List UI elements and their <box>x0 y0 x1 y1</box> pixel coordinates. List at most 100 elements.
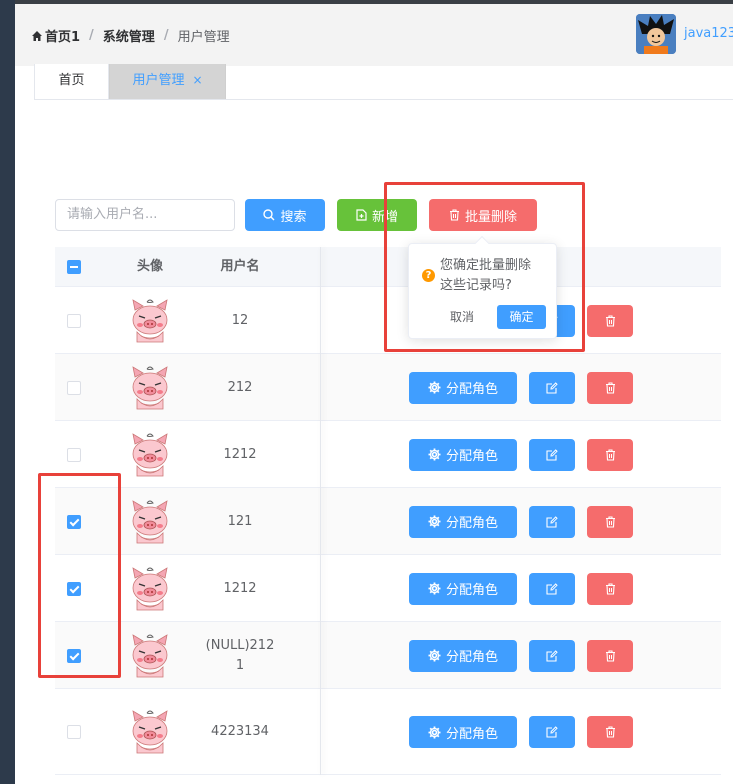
edit-icon <box>546 381 558 394</box>
fixed-column-divider <box>320 247 321 775</box>
table-row: 4223134 分配角色 <box>55 689 721 775</box>
tab-user-management[interactable]: 用户管理 × <box>109 64 226 99</box>
user-avatar-image <box>125 564 175 614</box>
row-checkbox[interactable] <box>67 313 81 328</box>
table-header: 头像 用户名 <box>55 247 721 287</box>
pig-avatar-icon <box>132 499 168 543</box>
delete-button[interactable] <box>587 371 633 404</box>
table-row: 212 分配角色 <box>55 354 721 421</box>
breadcrumb-separator: / <box>163 28 169 43</box>
sidebar-edge <box>0 0 15 784</box>
search-button[interactable]: 搜索 <box>245 199 325 231</box>
table-row: 12分配角色 <box>55 287 721 354</box>
delete-button[interactable] <box>587 572 633 605</box>
breadcrumb-system[interactable]: 系统管理 <box>103 26 155 45</box>
popconfirm-cancel-button[interactable]: 取消 <box>439 306 485 328</box>
close-icon[interactable]: × <box>192 73 202 87</box>
username-label[interactable]: java123 <box>684 26 733 41</box>
row-checkbox[interactable] <box>67 725 81 739</box>
user-avatar-image <box>125 631 175 681</box>
delete-button[interactable] <box>587 505 633 538</box>
top-header: 首页1 / 系统管理 / 用户管理 java123 <box>15 4 733 66</box>
trash-icon <box>605 582 615 595</box>
assign-role-button[interactable]: 分配角色 <box>409 572 517 605</box>
gear-icon <box>428 649 441 662</box>
trash-icon <box>605 649 615 662</box>
edit-icon <box>546 649 558 662</box>
home-icon <box>32 30 42 41</box>
table-row: 1212 分配角色 <box>55 421 721 488</box>
assign-role-label: 分配角色 <box>445 583 498 598</box>
gear-icon <box>428 515 441 528</box>
username-cell: 212 <box>227 379 253 395</box>
delete-button[interactable] <box>587 716 633 748</box>
breadcrumb: 首页1 / 系统管理 / 用户管理 <box>31 26 230 45</box>
user-avatar[interactable] <box>636 14 676 54</box>
assign-role-label: 分配角色 <box>445 726 498 742</box>
row-checkbox[interactable] <box>67 581 81 596</box>
row-checkbox[interactable] <box>67 514 81 529</box>
delete-button[interactable] <box>587 304 633 337</box>
tabs-bar: 首页 用户管理 × <box>34 64 733 100</box>
popconfirm-message-line: 您确定批量删除 <box>440 258 532 273</box>
assign-role-button[interactable]: 分配角色 <box>409 438 517 471</box>
edit-button[interactable] <box>529 716 575 748</box>
edit-icon <box>546 582 558 595</box>
username-cell: 121 <box>227 513 253 529</box>
row-checkbox[interactable] <box>67 648 81 663</box>
pig-avatar-icon <box>132 566 168 610</box>
add-button-label: 新增 <box>371 209 398 225</box>
breadcrumb-separator: / <box>89 28 94 43</box>
search-button-label: 搜索 <box>280 209 307 225</box>
edit-icon <box>546 448 558 461</box>
gear-icon <box>428 726 441 738</box>
table-row: 1212 分配角色 <box>55 555 721 622</box>
delete-button[interactable] <box>587 438 633 471</box>
edit-button[interactable] <box>529 639 575 672</box>
trash-icon <box>605 381 615 394</box>
assign-role-button[interactable]: 分配角色 <box>409 716 517 748</box>
breadcrumb-home[interactable]: 首页1 <box>45 26 80 45</box>
username-cell: 1212 <box>223 446 257 462</box>
avatar-image-icon <box>636 14 676 54</box>
assign-role-label: 分配角色 <box>445 650 498 665</box>
user-avatar-image <box>125 296 175 346</box>
assign-role-button[interactable]: 分配角色 <box>409 505 517 538</box>
trash-icon <box>449 209 459 221</box>
edit-button[interactable] <box>529 371 575 404</box>
user-avatar-image <box>125 707 175 757</box>
tab-label: 用户管理 <box>132 73 185 88</box>
popover-arrow <box>474 235 490 251</box>
popconfirm-confirm-button[interactable]: 确定 <box>497 305 546 329</box>
tab-home[interactable]: 首页 <box>34 64 109 99</box>
user-avatar-image <box>125 430 175 480</box>
add-button[interactable]: 新增 <box>337 199 417 231</box>
row-checkbox[interactable] <box>67 447 81 462</box>
assign-role-label: 分配角色 <box>445 449 498 464</box>
document-add-icon <box>356 209 367 221</box>
row-checkbox[interactable] <box>67 380 81 395</box>
edit-button[interactable] <box>529 572 575 605</box>
batch-delete-button[interactable]: 批量删除 <box>429 199 537 231</box>
trash-icon <box>605 515 615 528</box>
edit-icon <box>546 726 558 738</box>
trash-icon <box>605 314 615 327</box>
edit-button[interactable] <box>529 505 575 538</box>
column-header-avatar: 头像 <box>136 259 163 274</box>
popconfirm-message: 您确定批量删除 这些记录吗? <box>440 256 552 296</box>
edit-button[interactable] <box>529 438 575 471</box>
select-all-checkbox[interactable] <box>67 260 81 274</box>
gear-icon <box>428 448 441 461</box>
assign-role-button[interactable]: 分配角色 <box>409 371 517 404</box>
username-line: (NULL)212 <box>205 637 275 653</box>
search-input[interactable]: 请输入用户名... <box>55 199 235 231</box>
tab-label: 首页 <box>58 73 85 88</box>
delete-button[interactable] <box>587 639 633 672</box>
assign-role-button[interactable]: 分配角色 <box>409 639 517 672</box>
assign-role-label: 分配角色 <box>445 516 498 531</box>
batch-delete-popconfirm: ? 您确定批量删除 这些记录吗? 取消 确定 <box>408 235 557 339</box>
trash-icon <box>605 448 615 461</box>
username-cell: 1212 <box>223 580 257 596</box>
gear-icon <box>428 381 441 394</box>
username-cell: 12 <box>231 312 249 328</box>
